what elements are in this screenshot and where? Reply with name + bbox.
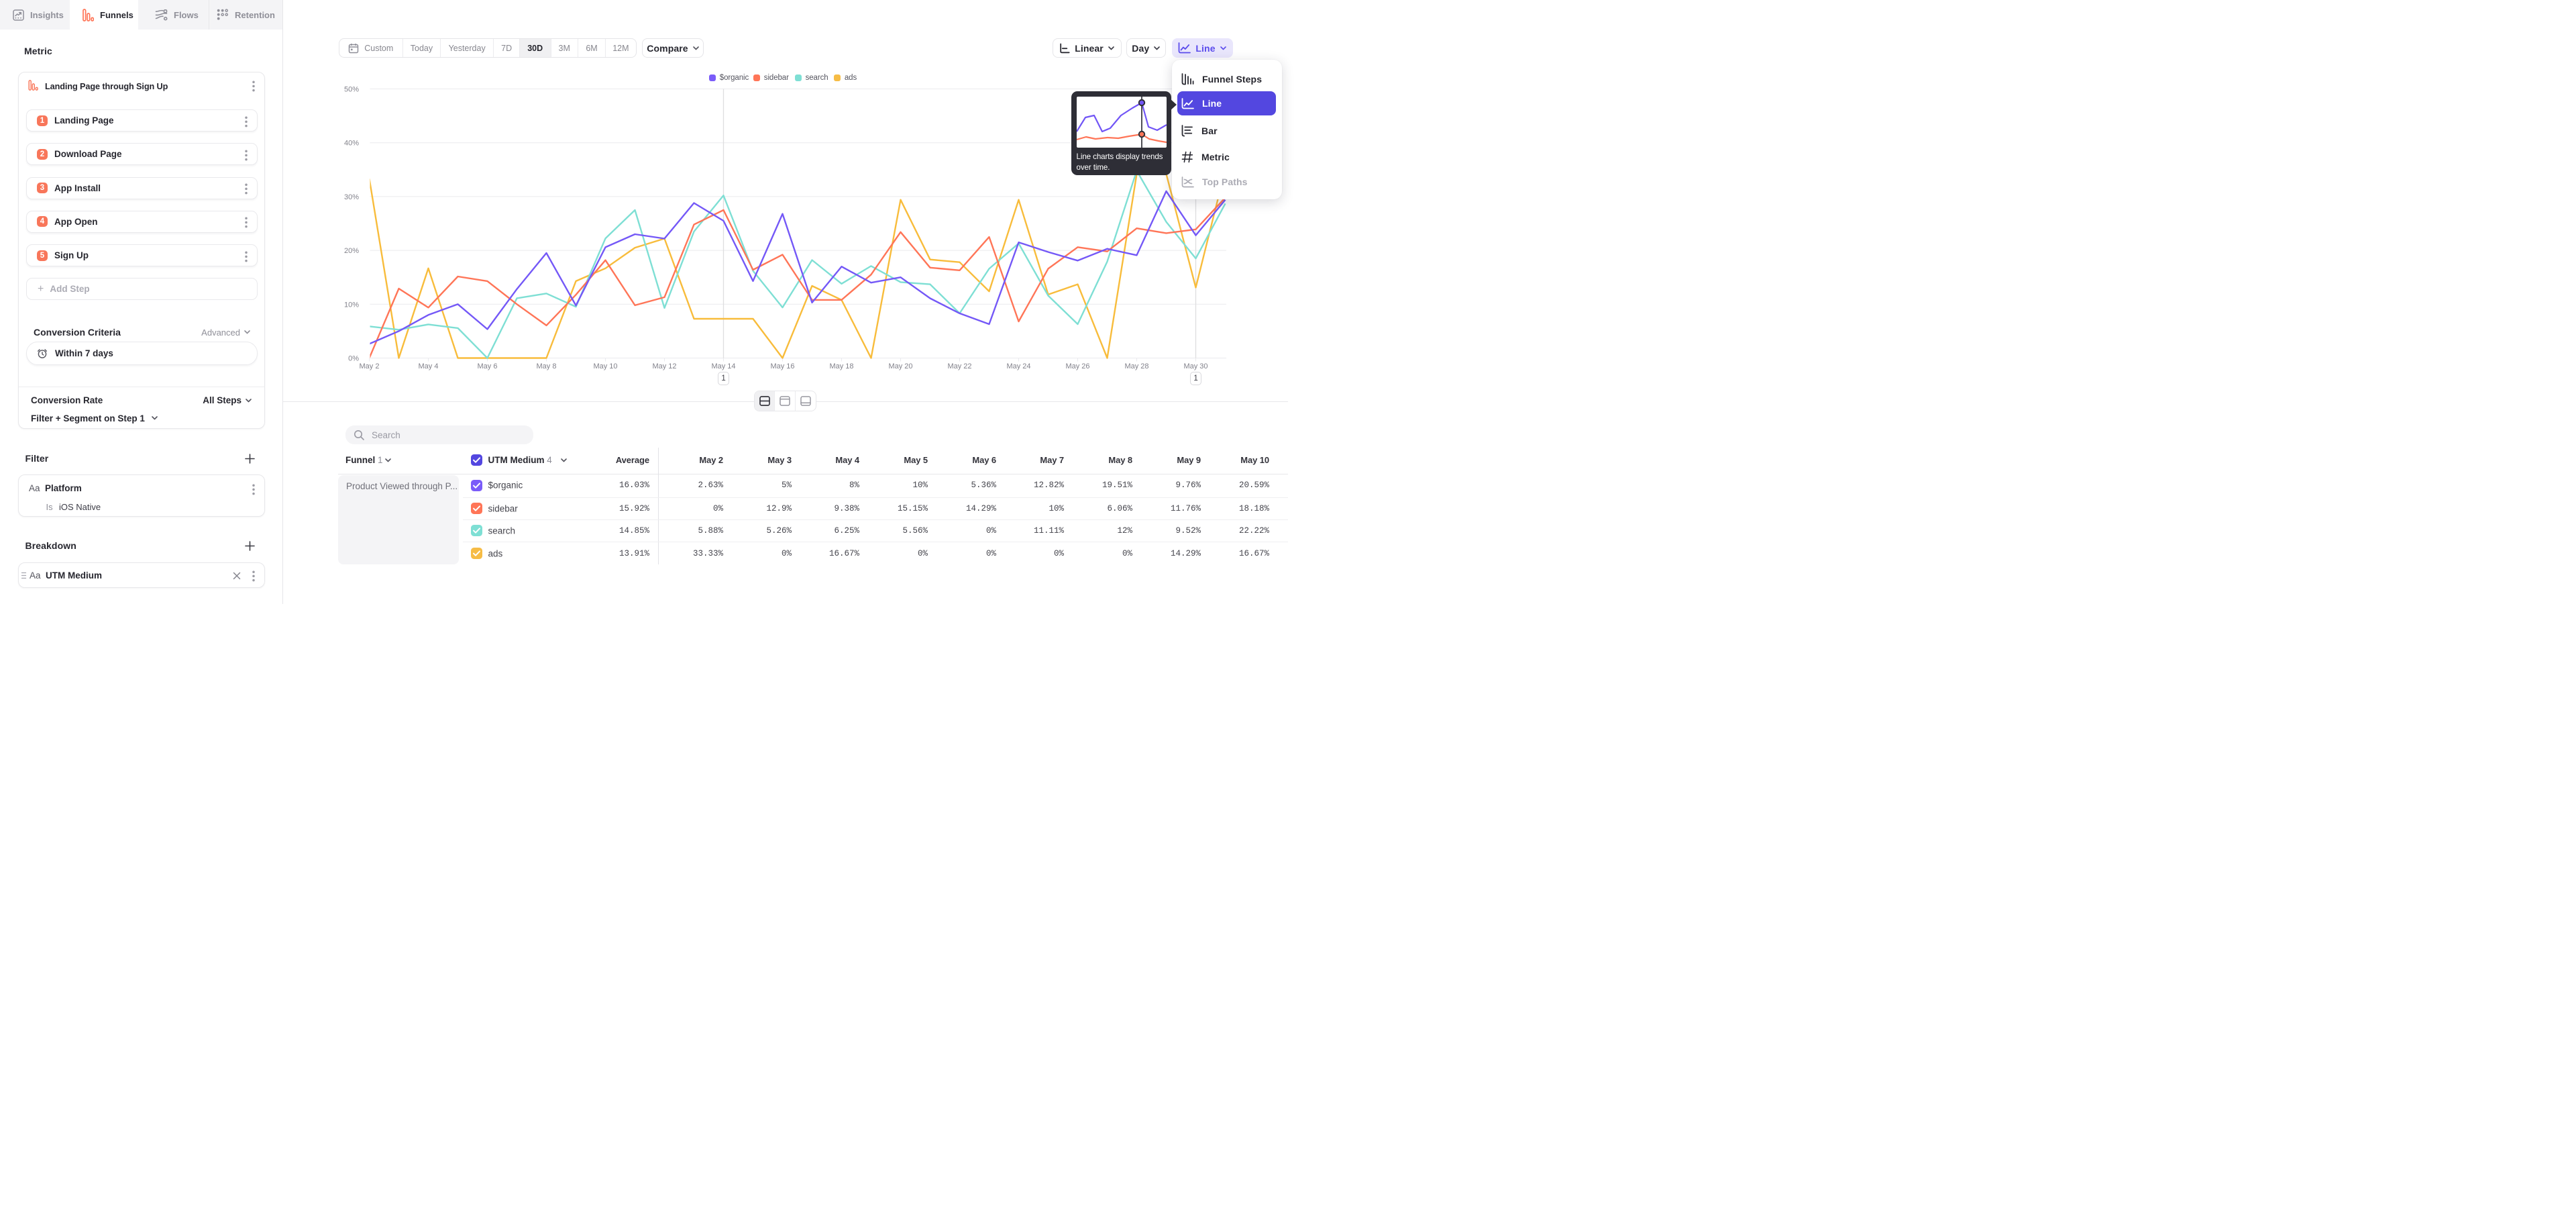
svg-text:10%: 10% bbox=[344, 301, 359, 309]
svg-text:40%: 40% bbox=[344, 140, 359, 148]
svg-text:30%: 30% bbox=[344, 193, 359, 201]
svg-text:May 20: May 20 bbox=[888, 362, 912, 370]
svg-text:May 26: May 26 bbox=[1065, 362, 1089, 370]
svg-text:0%: 0% bbox=[348, 355, 359, 363]
svg-text:May 30: May 30 bbox=[1183, 362, 1208, 370]
svg-text:May 6: May 6 bbox=[478, 362, 498, 370]
svg-text:May 8: May 8 bbox=[537, 362, 557, 370]
svg-text:May 18: May 18 bbox=[829, 362, 853, 370]
svg-text:May 28: May 28 bbox=[1124, 362, 1148, 370]
svg-text:50%: 50% bbox=[344, 86, 359, 94]
svg-text:May 22: May 22 bbox=[947, 362, 971, 370]
svg-text:May 16: May 16 bbox=[770, 362, 794, 370]
svg-text:May 4: May 4 bbox=[419, 362, 439, 370]
svg-text:May 14: May 14 bbox=[711, 362, 735, 370]
svg-text:May 24: May 24 bbox=[1006, 362, 1030, 370]
svg-text:May 10: May 10 bbox=[593, 362, 617, 370]
svg-text:20%: 20% bbox=[344, 247, 359, 255]
svg-text:May 2: May 2 bbox=[360, 362, 380, 370]
svg-text:May 12: May 12 bbox=[652, 362, 676, 370]
